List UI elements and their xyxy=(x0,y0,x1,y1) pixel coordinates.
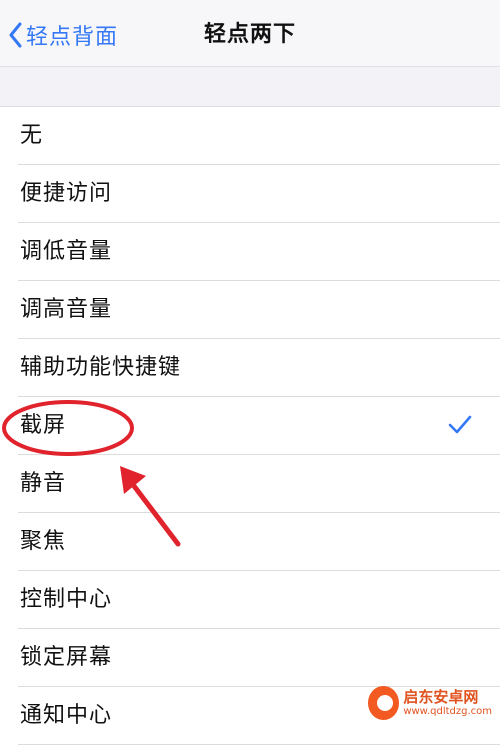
option-label: 通知中心 xyxy=(20,703,113,728)
annotation-arrow-icon xyxy=(120,466,181,547)
watermark: 启东安卓网 www.qdltdzg.com xyxy=(368,683,492,723)
watermark-logo-icon xyxy=(368,686,400,720)
watermark-title: 启东安卓网 xyxy=(403,688,479,706)
checkmark-icon xyxy=(448,415,472,434)
option-label: 调低音量 xyxy=(20,239,113,264)
option-label: 锁定屏幕 xyxy=(20,645,113,670)
option-label: 调高音量 xyxy=(20,297,113,322)
page-title: 轻点两下 xyxy=(203,22,296,47)
option-mute[interactable]: 静音 xyxy=(0,455,500,513)
option-label: 无 xyxy=(20,123,44,148)
option-volume-up[interactable]: 调高音量 xyxy=(0,281,500,339)
option-control-center[interactable]: 控制中心 xyxy=(0,571,500,629)
option-lock-screen[interactable]: 锁定屏幕 xyxy=(0,629,500,687)
option-reachability[interactable]: 便捷访问 xyxy=(0,165,500,223)
watermark-url: www.qdltdzg.com xyxy=(403,706,492,717)
option-label: 控制中心 xyxy=(20,587,113,612)
option-focus[interactable]: 聚焦 xyxy=(0,513,500,571)
option-label: 便捷访问 xyxy=(20,181,113,206)
option-volume-down[interactable]: 调低音量 xyxy=(0,223,500,281)
option-accessibility-shortcut[interactable]: 辅助功能快捷键 xyxy=(0,339,500,397)
option-none[interactable]: 无 xyxy=(0,107,500,165)
annotation-ellipse xyxy=(2,400,134,456)
option-label: 聚焦 xyxy=(20,529,67,554)
navigation-bar: 轻点背面 轻点两下 xyxy=(0,0,500,67)
option-label: 辅助功能快捷键 xyxy=(20,355,182,380)
option-label: 静音 xyxy=(20,471,67,496)
